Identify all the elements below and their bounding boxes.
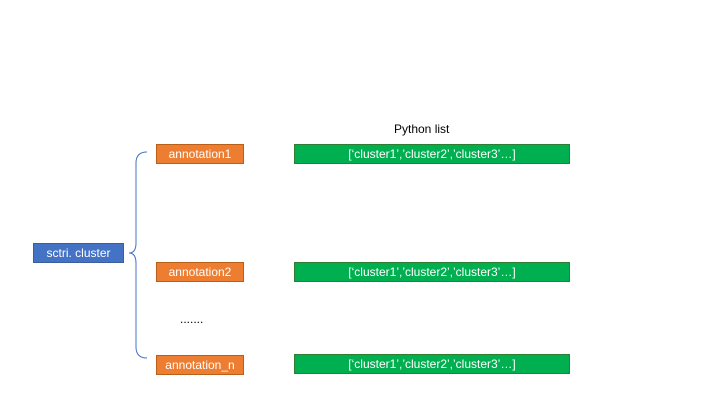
python-list-header: Python list [394, 122, 450, 136]
python-list-text: [‘cluster1’,’cluster2’,’cluster3’…] [348, 265, 516, 279]
ellipsis: ....... [180, 312, 204, 326]
python-list-1: [‘cluster1’,’cluster2’,’cluster3’…] [294, 144, 570, 164]
annotation-label: annotation_n [165, 358, 235, 372]
root-node: sctri. cluster [33, 243, 124, 263]
python-list-2: [‘cluster1’,’cluster2’,’cluster3’…] [294, 262, 570, 282]
python-list-text: [‘cluster1’,’cluster2’,’cluster3’…] [348, 147, 516, 161]
bracket-path [128, 151, 148, 359]
root-node-label: sctri. cluster [46, 246, 111, 260]
tree-bracket [128, 151, 148, 359]
python-list-n: [‘cluster1’,’cluster2’,’cluster3’…] [294, 354, 570, 374]
annotation-label: annotation1 [168, 147, 232, 161]
annotation-node-2: annotation2 [156, 262, 244, 282]
annotation-node-n: annotation_n [156, 355, 244, 375]
annotation-label: annotation2 [168, 265, 232, 279]
annotation-node-1: annotation1 [156, 144, 244, 164]
diagram-canvas: sctri. cluster Python list annotation1 [… [0, 0, 720, 405]
python-list-text: [‘cluster1’,’cluster2’,’cluster3’…] [348, 357, 516, 371]
